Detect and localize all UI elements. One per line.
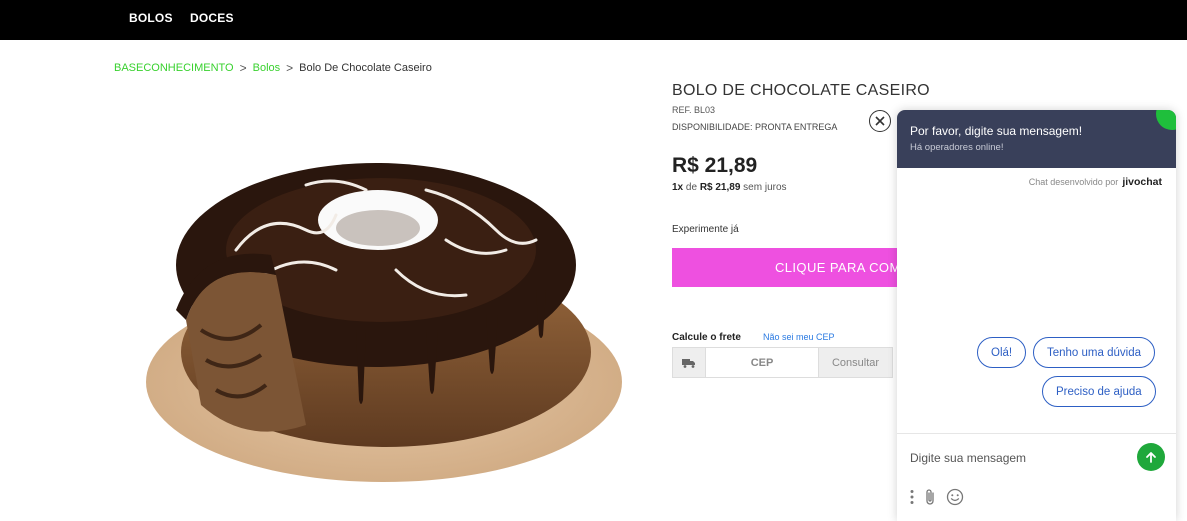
- quick-reply-ajuda[interactable]: Preciso de ajuda: [1042, 376, 1156, 407]
- nav-item-doces[interactable]: DOCES: [190, 11, 234, 25]
- consult-button[interactable]: Consultar: [819, 347, 893, 378]
- installment-info: 1x de R$ 21,89 sem juros: [672, 182, 787, 193]
- quick-reply-duvida[interactable]: Tenho uma dúvida: [1033, 337, 1155, 368]
- paperclip-icon[interactable]: [924, 488, 936, 506]
- top-navbar: BOLOS DOCES: [0, 0, 1187, 40]
- quick-reply-ola[interactable]: Olá!: [977, 337, 1027, 368]
- buy-button[interactable]: CLIQUE PARA COM: [672, 248, 932, 287]
- breadcrumb: BASECONHECIMENTO > Bolos > Bolo De Choco…: [114, 61, 432, 75]
- product-image[interactable]: [126, 90, 626, 510]
- jivochat-logo[interactable]: jivochat: [1122, 176, 1162, 188]
- chat-divider: [897, 433, 1176, 434]
- breadcrumb-separator: >: [239, 61, 247, 75]
- product-title: BOLO DE CHOCOLATE CASEIRO: [672, 82, 930, 99]
- chat-header-subtitle: Há operadores online!: [910, 142, 1004, 153]
- installment-value: R$ 21,89: [699, 182, 741, 193]
- breadcrumb-current: Bolo De Chocolate Caseiro: [299, 62, 432, 74]
- chat-header: Por favor, digite sua mensagem! Há opera…: [897, 110, 1176, 168]
- installment-de: de: [683, 182, 700, 193]
- installment-suffix: sem juros: [740, 182, 787, 193]
- product-price: R$ 21,89: [672, 154, 758, 177]
- send-button[interactable]: [1137, 443, 1165, 471]
- shipping-label: Calcule o frete: [672, 332, 741, 343]
- close-chat-button[interactable]: [869, 110, 891, 132]
- product-ref: REF. BL03: [672, 105, 716, 115]
- dont-know-cep-link[interactable]: Não sei meu CEP: [763, 332, 835, 342]
- menu-dots-icon[interactable]: [910, 489, 914, 505]
- smiley-icon[interactable]: [946, 488, 964, 506]
- cep-input[interactable]: [706, 347, 819, 378]
- powered-by: Chat desenvolvido por jivochat: [1029, 176, 1162, 188]
- chat-message-input[interactable]: [910, 447, 1130, 469]
- shipping-calculator: Consultar: [672, 347, 893, 378]
- nav-item-bolos[interactable]: BOLOS: [129, 11, 173, 25]
- chat-widget: Por favor, digite sua mensagem! Há opera…: [897, 110, 1176, 521]
- installment-count: 1x: [672, 182, 684, 193]
- try-label: Experimente já: [672, 224, 739, 235]
- breadcrumb-separator: >: [286, 61, 294, 75]
- chat-header-title: Por favor, digite sua mensagem!: [910, 124, 1083, 138]
- breadcrumb-category-link[interactable]: Bolos: [253, 62, 281, 74]
- product-availability: DISPONIBILIDADE: PRONTA ENTREGA: [672, 122, 838, 132]
- breadcrumb-home-link[interactable]: BASECONHECIMENTO: [114, 62, 234, 74]
- close-icon: [875, 116, 885, 126]
- truck-icon: [672, 347, 706, 378]
- send-arrow-icon: [1146, 452, 1156, 463]
- chat-toolbar: [910, 488, 964, 506]
- powered-by-text: Chat desenvolvido por: [1028, 177, 1119, 187]
